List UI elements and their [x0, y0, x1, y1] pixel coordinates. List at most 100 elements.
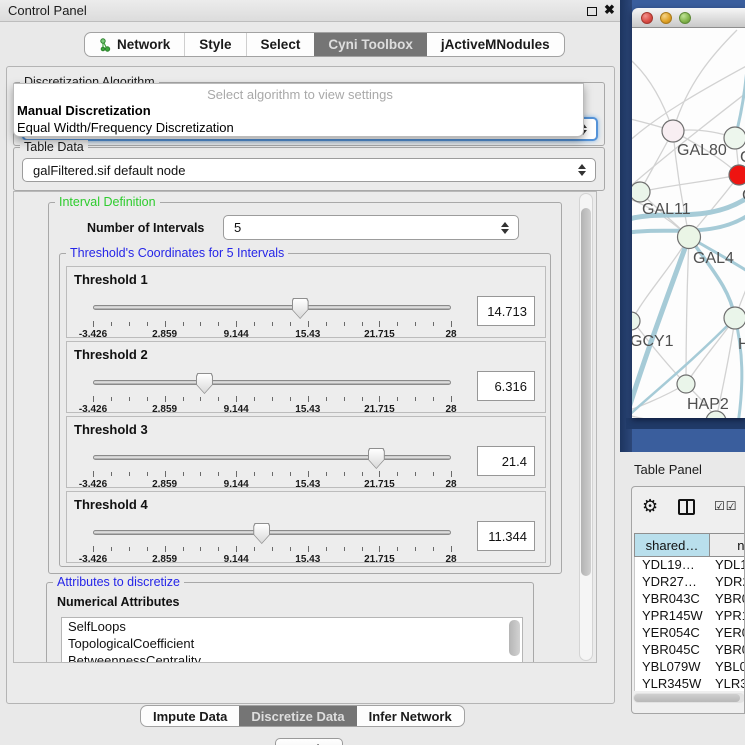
gear-icon[interactable]: ⚙ — [642, 496, 658, 517]
network-edge[interactable] — [632, 414, 716, 418]
table-row[interactable]: YDR27…YDR2 — [635, 574, 745, 591]
slider-track[interactable] — [93, 455, 451, 460]
slider-track[interactable] — [93, 530, 451, 535]
table-row[interactable]: YDL19…YDL1 — [635, 557, 745, 574]
network-view-window[interactable]: GAL80G.CGAL11GAL4GCY1HHAP2 — [632, 8, 745, 418]
threshold-value-field[interactable]: 14.713 — [477, 296, 535, 326]
slider-handle[interactable] — [292, 298, 309, 319]
tab-label: jActiveMNodules — [441, 37, 550, 52]
tab-network[interactable]: Network — [85, 33, 184, 56]
tab-select[interactable]: Select — [246, 33, 315, 56]
panel-title: Control Panel — [8, 3, 87, 18]
num-intervals-spinner[interactable]: 5 — [223, 215, 519, 240]
slider-handle[interactable] — [196, 373, 213, 394]
cell-name[interactable]: YBR0 — [711, 642, 745, 659]
network-window-titlebar[interactable] — [632, 8, 745, 28]
slider-track[interactable] — [93, 305, 451, 310]
tab-infer-network[interactable]: Infer Network — [357, 706, 464, 726]
column-header-name[interactable]: na — [710, 533, 745, 557]
attribute-item[interactable]: BetweennessCentrality — [62, 652, 522, 663]
cell-name[interactable]: YER0 — [711, 625, 745, 642]
cell-name[interactable]: YDR2 — [711, 574, 745, 591]
cell-shared-name[interactable]: YDR27… — [635, 574, 711, 591]
zoom-traffic-light-icon[interactable] — [679, 12, 691, 24]
table-row[interactable]: YBL079WYBL0 — [635, 659, 745, 676]
dropdown-prompt-item[interactable]: Select algorithm to view settings — [14, 87, 583, 102]
network-node-g[interactable] — [724, 127, 745, 149]
network-node-c[interactable] — [729, 165, 745, 185]
tab-style[interactable]: Style — [184, 33, 245, 56]
attribute-item[interactable]: SelfLoops — [62, 618, 522, 635]
table-row[interactable]: YBR045CYBR0 — [635, 642, 745, 659]
numerical-attributes-list[interactable]: SelfLoopsTopologicalCoefficientBetweenne… — [61, 617, 523, 663]
cell-shared-name[interactable]: YBR043C — [635, 591, 711, 608]
network-edge[interactable] — [673, 30, 737, 131]
threshold-slider[interactable]: -3.4262.8599.14415.4321.71528 — [93, 372, 451, 412]
table-data-combobox[interactable]: galFiltered.sif default node — [22, 158, 596, 182]
tab-impute-data[interactable]: Impute Data — [141, 706, 239, 726]
table-body: YDL19…YDL1YDR27…YDR2YBR043CYBR0YPR145WYP… — [634, 557, 745, 691]
table-row[interactable]: YER054CYER0 — [635, 625, 745, 642]
table-header-row: shared… na — [634, 533, 745, 557]
network-node-gal80[interactable] — [662, 120, 684, 142]
minimize-traffic-light-icon[interactable] — [660, 12, 672, 24]
network-edge-thick[interactable] — [735, 318, 742, 418]
apply-button[interactable]: Apply — [275, 738, 343, 745]
network-node-gal4[interactable] — [678, 226, 701, 249]
cell-name[interactable]: YBL0 — [711, 659, 745, 676]
cell-shared-name[interactable]: YBR045C — [635, 642, 711, 659]
cell-shared-name[interactable]: YLR345W — [635, 676, 711, 691]
threshold-value-field[interactable]: 21.4 — [477, 446, 535, 476]
slider-handle[interactable] — [368, 448, 385, 469]
tab-discretize-data[interactable]: Discretize Data — [239, 706, 356, 726]
network-edge[interactable] — [640, 175, 739, 192]
table-row[interactable]: YPR145WYPR1 — [635, 608, 745, 625]
network-node-h[interactable] — [724, 307, 745, 329]
table-row[interactable]: YBR043CYBR0 — [635, 591, 745, 608]
network-node-gcy1[interactable] — [632, 312, 640, 330]
cell-name[interactable]: YDL1 — [711, 557, 745, 574]
slider-ticks — [93, 471, 451, 478]
column-header-shared-name[interactable]: shared… — [634, 533, 710, 557]
cell-shared-name[interactable]: YPR145W — [635, 608, 711, 625]
threshold-slider[interactable]: -3.4262.8599.14415.4321.71528 — [93, 522, 451, 562]
dropdown-option-manual[interactable]: Manual Discretization — [14, 103, 583, 118]
network-edge[interactable] — [632, 56, 673, 131]
dropdown-option-equal-width[interactable]: Equal Width/Frequency Discretization — [14, 120, 583, 135]
network-canvas[interactable]: GAL80G.CGAL11GAL4GCY1HHAP2 — [632, 28, 745, 418]
settings-scrollbar[interactable] — [579, 193, 593, 661]
tab-jactivemnodules[interactable]: jActiveMNodules — [427, 33, 564, 56]
network-edge[interactable] — [686, 318, 735, 384]
columns-icon[interactable] — [678, 499, 695, 515]
cell-shared-name[interactable]: YDL19… — [635, 557, 711, 574]
attribute-item[interactable]: TopologicalCoefficient — [62, 635, 522, 652]
cell-name[interactable]: YBR0 — [711, 591, 745, 608]
checkbox-icons[interactable]: ☑☑ — [714, 499, 738, 513]
threshold-value-field[interactable]: 6.316 — [477, 371, 535, 401]
node-label: GCY1 — [632, 333, 674, 350]
tab-label: Network — [117, 37, 170, 52]
cell-name[interactable]: YPR1 — [711, 608, 745, 625]
network-node-hap2[interactable] — [677, 375, 695, 393]
table-data-value: galFiltered.sif default node — [33, 163, 185, 178]
scrollbar-thumb[interactable] — [581, 208, 591, 576]
scrollbar-thumb[interactable] — [634, 694, 740, 702]
network-node-gal11[interactable] — [632, 182, 650, 202]
tab-cyni-toolbox[interactable]: Cyni Toolbox — [314, 33, 427, 56]
horizontal-scrollbar[interactable] — [633, 693, 745, 703]
slider-track[interactable] — [93, 380, 451, 385]
slider-tick-labels: -3.4262.8599.14415.4321.71528 — [93, 479, 451, 491]
network-edge[interactable] — [632, 237, 689, 320]
close-icon[interactable]: ✖ — [604, 2, 615, 18]
threshold-slider[interactable]: -3.4262.8599.14415.4321.71528 — [93, 297, 451, 337]
cell-name[interactable]: YLR3 — [711, 676, 745, 691]
table-row[interactable]: YLR345WYLR3 — [635, 676, 745, 691]
close-traffic-light-icon[interactable] — [641, 12, 653, 24]
threshold-slider[interactable]: -3.4262.8599.14415.4321.71528 — [93, 447, 451, 487]
float-window-icon[interactable] — [587, 7, 597, 16]
list-scrollbar[interactable] — [509, 620, 520, 656]
cell-shared-name[interactable]: YBL079W — [635, 659, 711, 676]
threshold-value-field[interactable]: 11.344 — [477, 521, 535, 551]
cell-shared-name[interactable]: YER054C — [635, 625, 711, 642]
slider-handle[interactable] — [253, 523, 270, 544]
